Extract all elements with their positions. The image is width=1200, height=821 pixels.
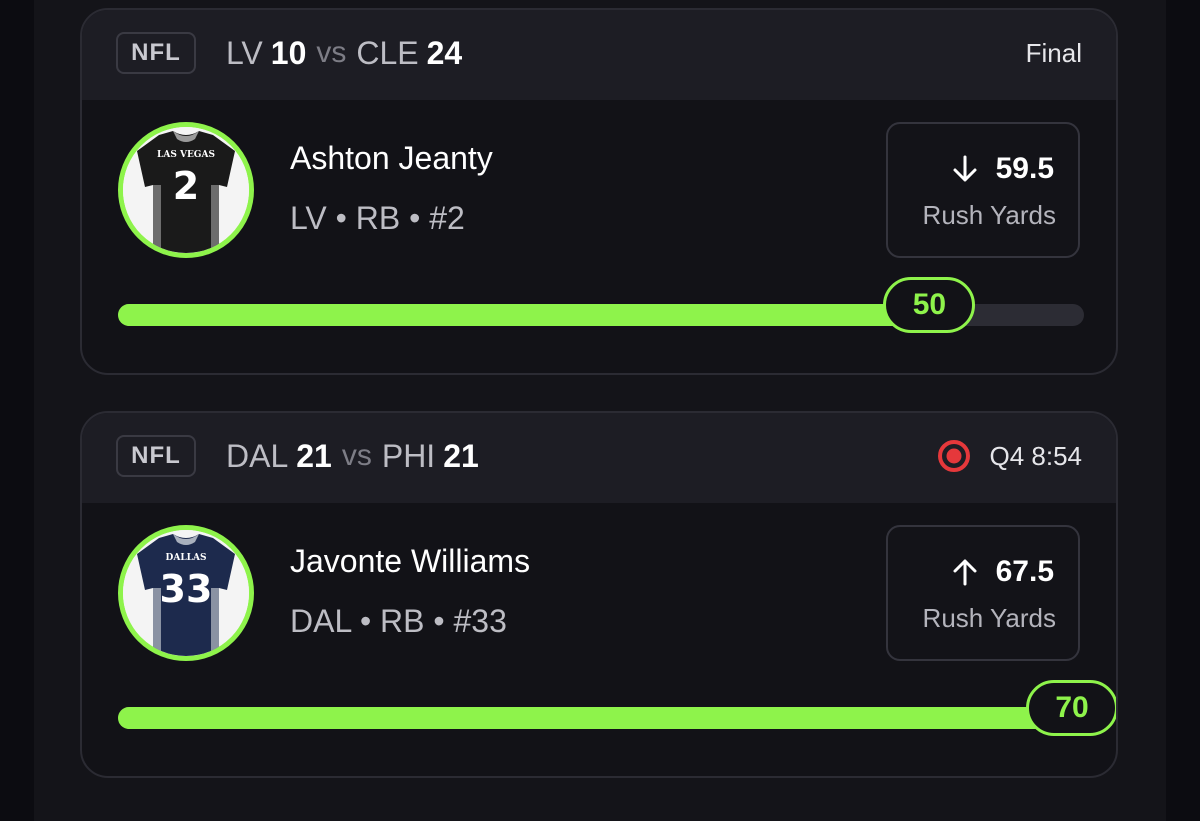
progress-track: 50 [118,277,1084,333]
jersey-number: 33 [160,567,213,611]
prop-line-value: 59.5 [995,152,1054,185]
arrow-up-icon [953,559,977,586]
jersey-text: LAS VEGAS [157,150,215,160]
jersey-number: 2 [173,164,199,208]
progress-fill [118,707,1084,729]
progress-fill [118,304,930,326]
game-status: Q4 8:54 [937,435,1082,477]
prop-line-value: 67.5 [995,555,1054,588]
prop-stat-label: Rush Yards [922,603,1056,633]
game-status-text: Final [1025,37,1082,68]
progress-track: 70 [118,680,1116,736]
matchup: DAL 21 vs PHI 21 [226,435,479,477]
prop-card[interactable]: NFL LV 10 vs CLE 24 Final LAS VEGAS 2 As… [80,8,1118,375]
prop-line: 59.5 [950,152,1054,186]
vs-label: vs [316,36,347,69]
away-team: DAL [226,437,289,474]
matchup: LV 10 vs CLE 24 [226,32,462,74]
prop-card[interactable]: NFL DAL 21 vs PHI 21 Q4 8:54 DALLAS 33 J… [80,411,1118,778]
vs-label: vs [341,439,372,472]
away-team: LV [226,34,263,71]
progress-value-bubble: 50 [883,277,976,333]
jersey-icon: LAS VEGAS 2 [123,127,249,253]
league-badge: NFL [116,32,196,74]
home-team: PHI [381,437,436,474]
player-meta: LV • RB • #2 [290,200,465,236]
prop-line-box[interactable]: 59.5 Rush Yards [886,122,1080,258]
jersey-text: DALLAS [166,553,207,563]
player-meta: DAL • RB • #33 [290,603,507,639]
prop-stat-label: Rush Yards [922,200,1056,230]
prop-line: 67.5 [950,555,1054,589]
game-header: NFL LV 10 vs CLE 24 Final [82,10,1116,100]
game-header: NFL DAL 21 vs PHI 21 Q4 8:54 [82,413,1116,503]
arrow-down-icon [953,155,977,182]
game-status: Final [1026,32,1082,74]
home-score: 24 [426,34,463,71]
progress-value-bubble: 70 [1026,680,1116,736]
player-avatar[interactable]: DALLAS 33 [118,525,254,661]
prop-line-box[interactable]: 67.5 Rush Yards [886,525,1080,661]
game-status-text: Q4 8:54 [989,440,1082,471]
home-score: 21 [443,437,479,474]
player-name[interactable]: Ashton Jeanty [290,140,493,177]
away-score: 10 [270,34,307,71]
away-score: 21 [296,437,332,474]
player-avatar[interactable]: LAS VEGAS 2 [118,122,254,258]
live-indicator-icon [938,440,971,472]
league-badge: NFL [116,435,196,477]
player-name[interactable]: Javonte Williams [290,543,530,580]
jersey-icon: DALLAS 33 [123,530,249,656]
home-team: CLE [356,34,419,71]
